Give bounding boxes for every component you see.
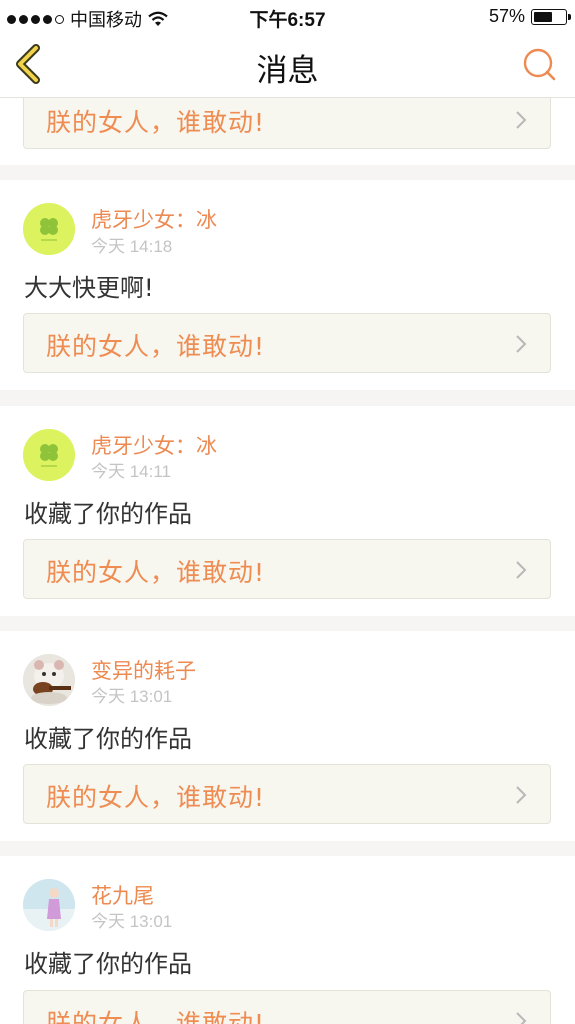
work-title: 朕的女人，谁敢动! (46, 1009, 266, 1024)
user-name[interactable]: 花九尾 (91, 880, 154, 910)
list-item[interactable]: 虎牙少女：冰 今天 14:18 大大快更啊! 朕的女人，谁敢动! (0, 180, 575, 390)
page-title: 消息 (256, 53, 319, 89)
message-text: 收藏了你的作品 (24, 950, 192, 978)
user-name[interactable]: 虎牙少女：冰 (91, 430, 217, 460)
message-time: 今天 14:11 (91, 462, 172, 481)
work-link[interactable]: 朕的女人，谁敢动! (23, 990, 551, 1024)
chevron-right-icon (516, 786, 527, 804)
message-text: 收藏了你的作品 (24, 500, 192, 528)
status-bar: 中国移动 下午6:57 57% (0, 0, 575, 32)
status-right: 57% (488, 6, 571, 27)
work-title: 朕的女人，谁敢动! (46, 783, 266, 812)
work-title: 朕的女人，谁敢动! (46, 108, 266, 137)
search-icon (523, 48, 556, 81)
hamster-guitar-icon (23, 654, 75, 706)
work-link[interactable]: 朕的女人，谁敢动! (23, 98, 551, 149)
work-link[interactable]: 朕的女人，谁敢动! (23, 539, 551, 599)
message-text: 大大快更啊! (24, 274, 154, 302)
message-text: 收藏了你的作品 (24, 725, 192, 753)
user-avatar[interactable] (23, 879, 75, 931)
user-name[interactable]: 虎牙少女：冰 (91, 204, 217, 234)
work-title: 朕的女人，谁敢动! (46, 332, 266, 361)
chevron-right-icon (516, 1012, 527, 1024)
work-link[interactable]: 朕的女人，谁敢动! (23, 313, 551, 373)
girl-photo-icon (23, 879, 75, 931)
list-item: 朕的女人，谁敢动! (0, 98, 575, 165)
message-time: 今天 13:01 (91, 687, 173, 706)
message-time: 今天 13:01 (91, 912, 173, 931)
list-item[interactable]: 花九尾 今天 13:01 收藏了你的作品 朕的女人，谁敢动! (0, 856, 575, 1024)
battery-icon (531, 8, 571, 25)
list-item[interactable]: 虎牙少女：冰 今天 14:11 收藏了你的作品 朕的女人，谁敢动! (0, 406, 575, 616)
clover-icon (23, 429, 75, 481)
battery-percent: 57% (488, 6, 525, 26)
chevron-right-icon (516, 335, 527, 353)
user-name[interactable]: 变异的耗子 (91, 655, 196, 685)
chevron-right-icon (516, 111, 527, 129)
message-list[interactable]: 朕的女人，谁敢动! 虎牙少女：冰 今天 14:18 大大快更啊! 朕的女人，谁敢… (0, 98, 575, 1024)
chevron-right-icon (516, 561, 527, 579)
list-item[interactable]: 变异的耗子 今天 13:01 收藏了你的作品 朕的女人，谁敢动! (0, 631, 575, 841)
search-button[interactable] (519, 44, 559, 84)
user-avatar[interactable] (23, 203, 75, 255)
nav-bar: 消息 (0, 32, 575, 98)
work-link[interactable]: 朕的女人，谁敢动! (23, 764, 551, 824)
user-avatar[interactable] (23, 654, 75, 706)
message-time: 今天 14:18 (91, 237, 173, 256)
work-title: 朕的女人，谁敢动! (46, 558, 266, 587)
clover-icon (23, 203, 75, 255)
user-avatar[interactable] (23, 429, 75, 481)
